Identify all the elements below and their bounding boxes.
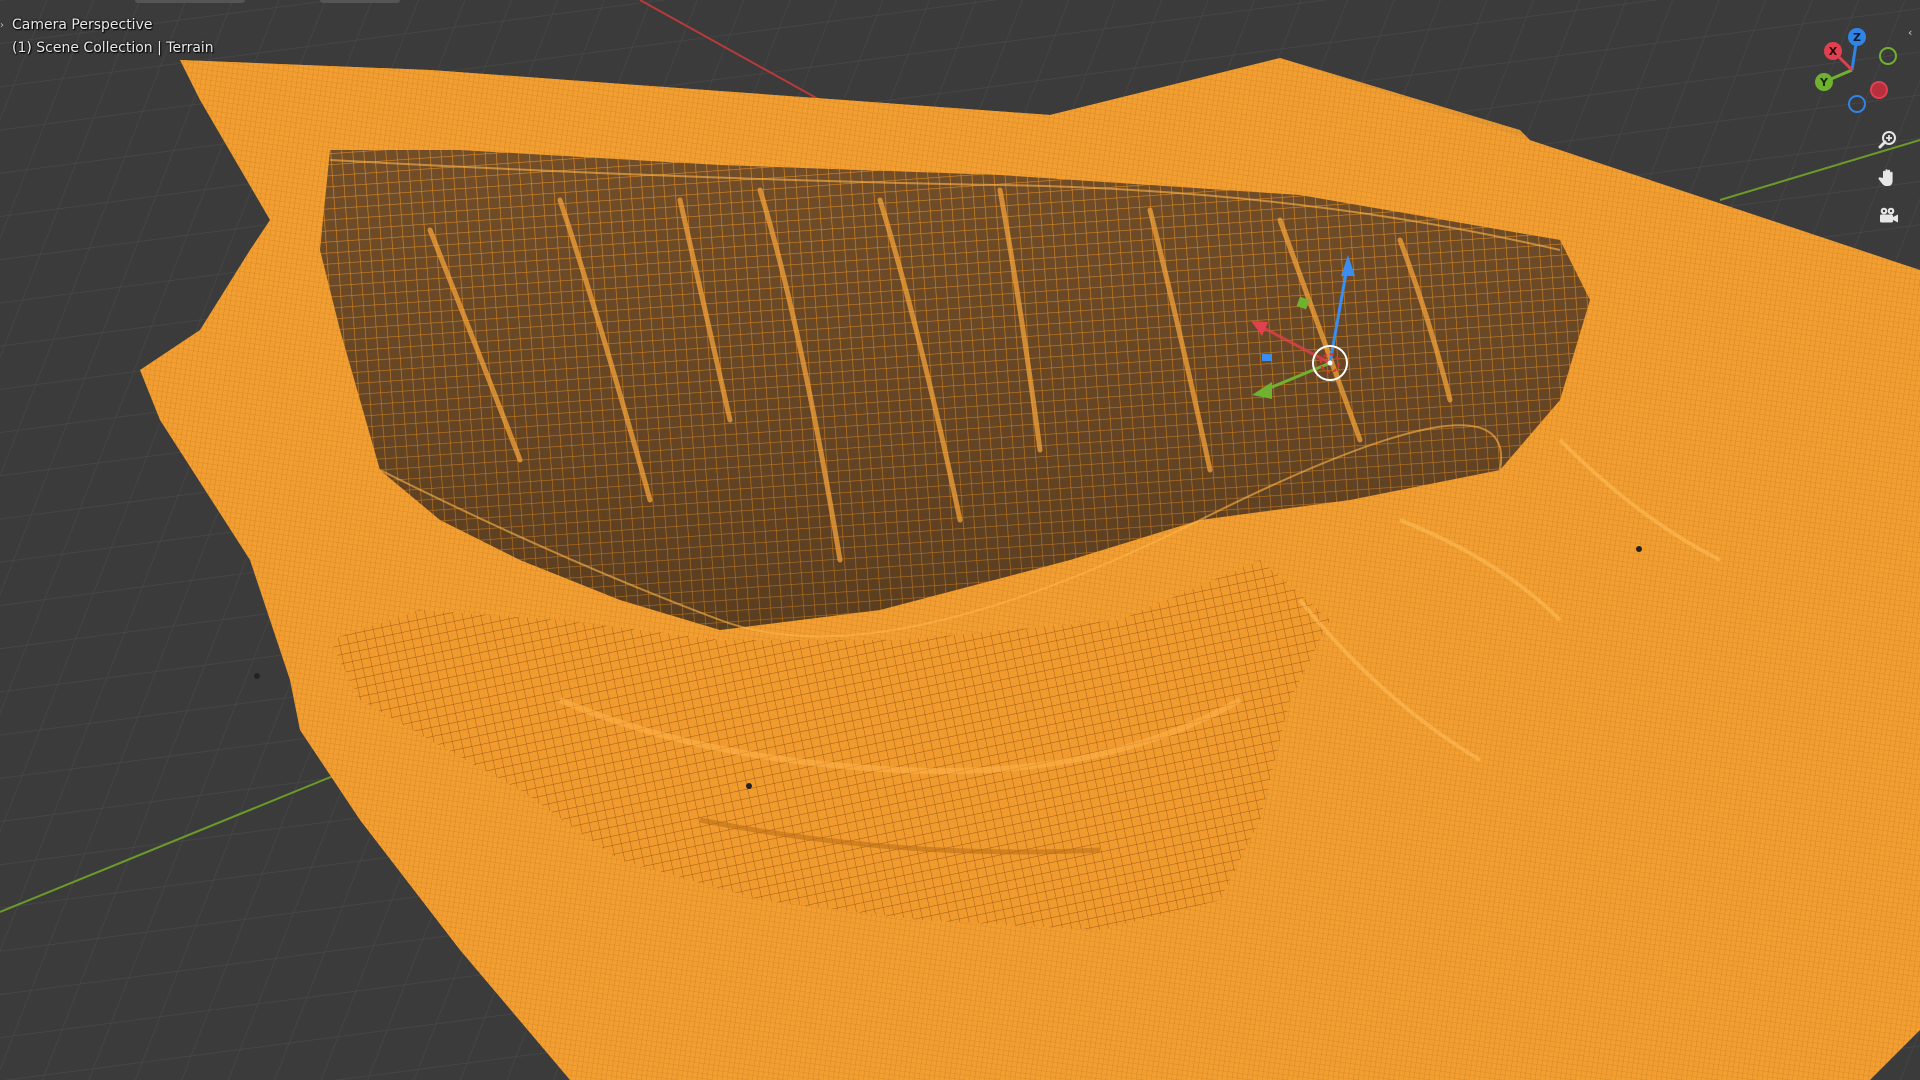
gizmo-neg-y-icon[interactable] (1879, 47, 1897, 65)
camera-icon (1880, 207, 1898, 223)
viewport-collection-label: (1) Scene Collection | Terrain (12, 40, 214, 56)
viewport-title: Camera Perspective (12, 17, 153, 33)
gizmo-neg-z-icon[interactable] (1848, 95, 1866, 113)
header-tab-strip-2 (320, 0, 400, 3)
pan-button[interactable] (1871, 161, 1905, 195)
gizmo-neg-x-icon[interactable] (1870, 81, 1888, 99)
zoom-in-icon (1878, 131, 1896, 149)
gizmo-z-label: Z (1853, 31, 1861, 44)
camera-view-button[interactable] (1871, 199, 1905, 233)
3d-viewport[interactable]: › Camera Perspective (1) Scene Collectio… (0, 0, 1920, 1080)
sidebar-toggle-icon[interactable]: ‹ (1908, 26, 1912, 39)
navigation-gizmo[interactable]: X Z Y (1802, 20, 1902, 120)
viewport-scene[interactable] (0, 0, 1920, 1080)
zoom-button[interactable] (1871, 123, 1905, 157)
header-expand-icon[interactable]: › (0, 20, 8, 32)
gizmo-x-label: X (1829, 45, 1838, 58)
header-tab-strip (135, 0, 245, 3)
gizmo-y-label: Y (1819, 76, 1829, 89)
hand-icon (1878, 169, 1893, 186)
